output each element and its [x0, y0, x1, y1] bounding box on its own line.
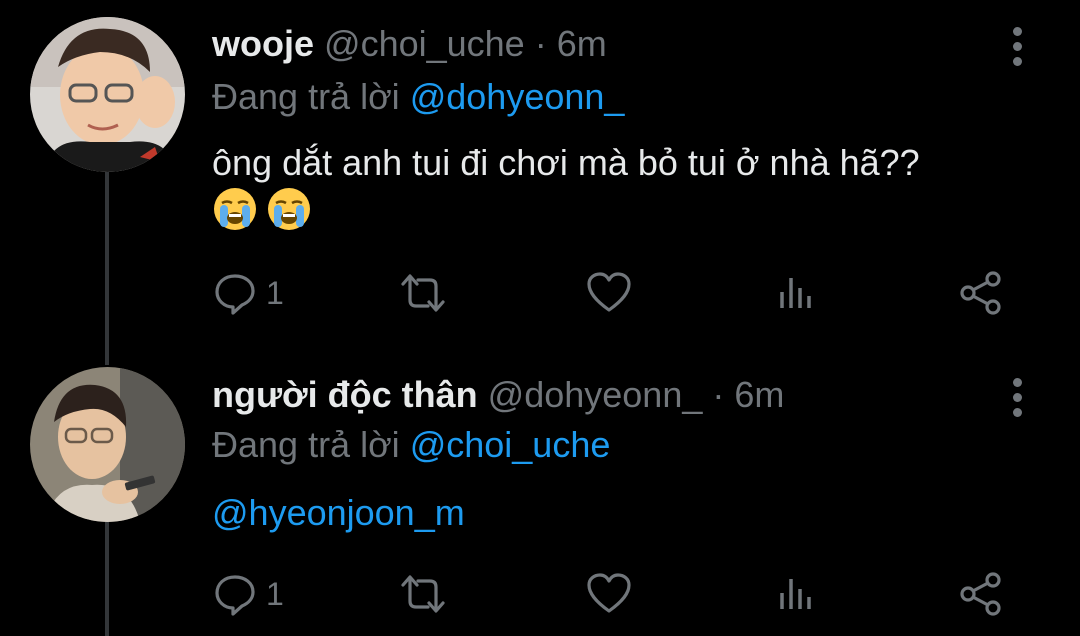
more-vertical-icon — [1012, 378, 1022, 387]
tweet-actions: 1 — [212, 270, 1012, 320]
analytics-button[interactable] — [774, 571, 818, 617]
reply-icon — [215, 274, 255, 315]
separator: · — [534, 23, 547, 64]
share-button[interactable] — [957, 571, 1005, 617]
more-dot — [1012, 57, 1022, 66]
replying-to: Đang trả lời @dohyeonn_ — [212, 75, 624, 119]
analytics-icon — [780, 579, 811, 609]
timestamp[interactable]: 6m — [557, 23, 607, 64]
more-vertical-icon — [1012, 27, 1022, 36]
like-button[interactable] — [585, 270, 633, 316]
more-dot — [1012, 393, 1022, 402]
replying-to: Đang trả lời @choi_uche — [212, 423, 610, 467]
reply-button[interactable]: 1 — [212, 571, 284, 617]
share-button[interactable] — [957, 270, 1005, 316]
retweet-icon — [401, 575, 445, 613]
loudly-crying-face-icon — [214, 188, 256, 230]
reply-to-link[interactable]: @choi_uche — [410, 424, 611, 465]
heart-icon — [587, 272, 631, 312]
retweet-button[interactable] — [397, 270, 449, 316]
avatar-photo-1 — [30, 17, 185, 172]
tweet-2[interactable]: người độc thân @dohyeonn_ · 6m Đang trả … — [0, 345, 1080, 636]
tweet-header: wooje @choi_uche · 6m — [212, 22, 607, 66]
reply-button[interactable]: 1 — [212, 270, 284, 316]
reply-count: 1 — [266, 575, 284, 612]
more-dot — [1012, 42, 1022, 51]
reply-to-link[interactable]: @dohyeonn_ — [410, 76, 625, 117]
retweet-icon — [401, 274, 445, 312]
tweet-actions: 1 — [212, 571, 1012, 621]
avatar[interactable] — [30, 367, 185, 522]
heart-icon — [587, 573, 631, 613]
replying-to-prefix: Đang trả lời — [212, 76, 400, 117]
analytics-button[interactable] — [774, 270, 818, 316]
retweet-button[interactable] — [397, 571, 449, 617]
avatar-photo-2 — [30, 367, 185, 522]
emoji-row — [212, 186, 312, 232]
reply-icon — [215, 575, 255, 616]
analytics-icon — [780, 278, 811, 308]
more-dot — [1012, 408, 1022, 417]
avatar[interactable] — [30, 17, 185, 172]
more-button[interactable] — [1008, 378, 1026, 417]
share-icon — [960, 572, 1001, 616]
display-name[interactable]: người độc thân — [212, 374, 478, 415]
more-button[interactable] — [1008, 27, 1026, 66]
tweet-header: người độc thân @dohyeonn_ · 6m — [212, 373, 784, 417]
loudly-crying-face-icon — [268, 188, 310, 230]
tweet-text[interactable]: @hyeonjoon_m — [212, 488, 465, 538]
separator: · — [712, 374, 725, 415]
handle[interactable]: @dohyeonn_ — [488, 374, 703, 415]
tweet-text: ông dắt anh tui đi chơi mà bỏ tui ở nhà … — [212, 142, 920, 183]
replying-to-prefix: Đang trả lời — [212, 424, 400, 465]
share-icon — [960, 271, 1001, 315]
handle[interactable]: @choi_uche — [324, 23, 525, 64]
display-name[interactable]: wooje — [212, 23, 314, 64]
timestamp[interactable]: 6m — [734, 374, 784, 415]
like-button[interactable] — [585, 571, 633, 617]
reply-count: 1 — [266, 274, 284, 311]
tweet-1[interactable]: wooje @choi_uche · 6m Đang trả lời @dohy… — [0, 0, 1080, 345]
